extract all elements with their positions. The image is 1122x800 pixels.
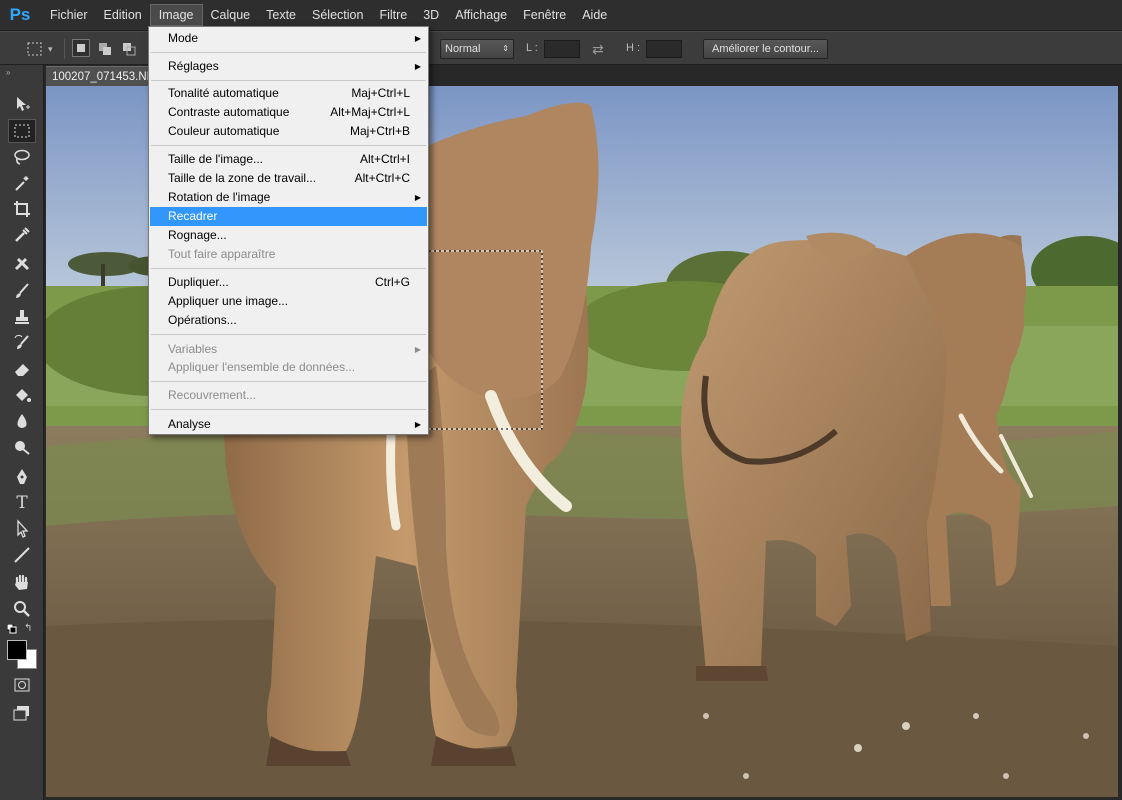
style-value: Normal	[445, 43, 481, 55]
zoom-tool-icon[interactable]	[8, 597, 36, 621]
menu-separator	[151, 52, 426, 53]
menu-fenetre[interactable]: Fenêtre	[515, 4, 574, 26]
submenu-arrow-icon: ▶	[414, 34, 421, 43]
rect-marquee-tool-icon[interactable]	[8, 119, 36, 143]
menu-item-rognage[interactable]: Rognage...	[150, 226, 427, 245]
crop-tool-icon[interactable]	[8, 197, 36, 221]
menu-item-appliquer-donnees[interactable]: Appliquer l'ensemble de données...	[150, 358, 427, 377]
menu-item-rotation[interactable]: Rotation de l'image ▶	[150, 188, 427, 207]
menu-item-variables[interactable]: Variables ▶	[150, 340, 427, 359]
menu-separator	[151, 80, 426, 81]
menu-image[interactable]: Image	[149, 4, 203, 26]
menu-edition[interactable]: Edition	[96, 4, 150, 26]
menu-3d[interactable]: 3D	[415, 4, 447, 26]
marquee-preset-icon[interactable]	[26, 39, 44, 59]
lasso-tool-icon[interactable]	[8, 145, 36, 169]
blur-tool-icon[interactable]	[8, 409, 36, 433]
divider	[64, 39, 65, 59]
foreground-color-swatch[interactable]	[7, 640, 27, 660]
pen-tool-icon[interactable]	[8, 465, 36, 489]
collapse-panel-icon[interactable]: »	[6, 68, 10, 77]
path-selection-tool-icon[interactable]	[8, 517, 36, 541]
menu-separator	[151, 381, 426, 382]
image-menu-dropdown: Mode ▶ Réglages ▶ Tonalité automatique M…	[148, 26, 429, 435]
history-brush-tool-icon[interactable]	[8, 331, 36, 355]
type-tool-icon[interactable]: T	[8, 491, 36, 515]
healing-brush-tool-icon[interactable]	[8, 253, 36, 277]
menu-item-tout-faire-apparaitre[interactable]: Tout faire apparaître	[150, 245, 427, 264]
default-colors-icon[interactable]	[6, 623, 17, 634]
clone-stamp-tool-icon[interactable]	[8, 305, 36, 329]
menu-item-recouvrement[interactable]: Recouvrement...	[150, 386, 427, 405]
add-selection-icon[interactable]	[96, 39, 114, 59]
submenu-arrow-icon: ▶	[414, 420, 421, 429]
menu-item-recadrer[interactable]: Recadrer	[150, 207, 427, 226]
dodge-tool-icon[interactable]	[8, 435, 36, 459]
menu-item-taille-image[interactable]: Taille de l'image... Alt+Ctrl+I	[150, 150, 427, 169]
magic-wand-tool-icon[interactable]	[8, 171, 36, 195]
refine-edge-button[interactable]: Améliorer le contour...	[703, 39, 828, 59]
menu-selection[interactable]: Sélection	[304, 4, 371, 26]
subtract-selection-icon[interactable]	[120, 39, 138, 59]
menu-separator	[151, 268, 426, 269]
menu-fichier[interactable]: Fichier	[42, 4, 96, 26]
width-label: L :	[526, 42, 538, 54]
menu-aide[interactable]: Aide	[574, 4, 615, 26]
menu-item-couleur-auto[interactable]: Couleur automatique Maj+Ctrl+B	[150, 122, 427, 141]
height-field[interactable]	[646, 40, 682, 58]
tools-panel: » T ↰	[0, 65, 44, 800]
updown-arrows-icon: ⇕	[502, 44, 509, 53]
menu-separator	[151, 334, 426, 335]
brush-tool-icon[interactable]	[8, 279, 36, 303]
menu-item-tonalite-auto[interactable]: Tonalité automatique Maj+Ctrl+L	[150, 84, 427, 103]
menu-item-taille-zone[interactable]: Taille de la zone de travail... Alt+Ctrl…	[150, 169, 427, 188]
width-field[interactable]	[544, 40, 580, 58]
paint-bucket-tool-icon[interactable]	[8, 383, 36, 407]
eraser-tool-icon[interactable]	[8, 357, 36, 381]
menu-separator	[151, 409, 426, 410]
menu-item-appliquer-image[interactable]: Appliquer une image...	[150, 292, 427, 311]
swap-icon[interactable]: ⇄	[592, 39, 610, 59]
swap-colors-icon[interactable]: ↰	[24, 623, 36, 634]
menu-item-analyse[interactable]: Analyse ▶	[150, 415, 427, 434]
menu-separator	[151, 145, 426, 146]
menu-affichage[interactable]: Affichage	[447, 4, 515, 26]
move-tool-icon[interactable]	[8, 92, 36, 116]
menu-texte[interactable]: Texte	[258, 4, 304, 26]
style-select[interactable]: Normal ⇕	[440, 39, 514, 59]
hand-tool-icon[interactable]	[8, 571, 36, 595]
new-selection-icon[interactable]	[72, 39, 90, 57]
menu-item-mode[interactable]: Mode ▶	[150, 29, 427, 48]
menu-item-operations[interactable]: Opérations...	[150, 311, 427, 330]
menu-item-dupliquer[interactable]: Dupliquer... Ctrl+G	[150, 273, 427, 292]
quick-mask-icon[interactable]	[8, 673, 36, 697]
document-tab[interactable]: 100207_071453.NEF	[46, 66, 156, 86]
submenu-arrow-icon: ▶	[414, 345, 421, 354]
line-tool-icon[interactable]	[8, 543, 36, 567]
screen-mode-icon[interactable]	[8, 701, 36, 725]
menu-item-contraste-auto[interactable]: Contraste automatique Alt+Maj+Ctrl+L	[150, 103, 427, 122]
menu-filtre[interactable]: Filtre	[371, 4, 415, 26]
menu-calque[interactable]: Calque	[203, 4, 259, 26]
chevron-down-icon[interactable]: ▾	[48, 39, 60, 59]
eyedropper-tool-icon[interactable]	[8, 223, 36, 247]
submenu-arrow-icon: ▶	[414, 193, 421, 202]
height-label: H :	[626, 42, 641, 54]
menu-item-reglages[interactable]: Réglages ▶	[150, 57, 427, 76]
photoshop-logo: Ps	[9, 5, 31, 24]
submenu-arrow-icon: ▶	[414, 62, 421, 71]
